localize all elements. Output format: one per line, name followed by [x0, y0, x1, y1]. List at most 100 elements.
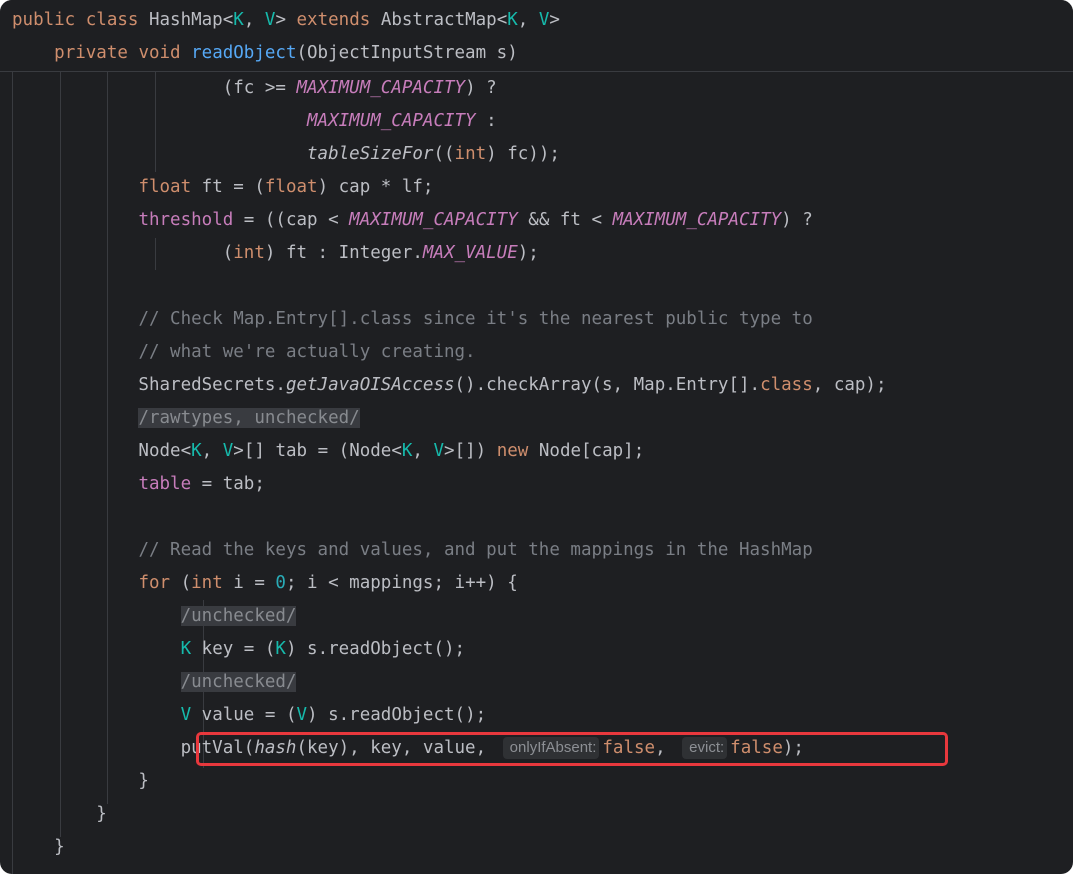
- code-token: ; i < mappings; i++) {: [285, 573, 518, 593]
- keyword-token: int: [454, 144, 487, 164]
- code-token: HashMap<: [148, 10, 234, 30]
- code-token: (: [170, 573, 192, 593]
- code-token: }: [12, 771, 149, 791]
- code-token: (fc >=: [12, 78, 297, 98]
- code-token: }: [12, 837, 65, 857]
- keyword-token: private void: [54, 43, 192, 63]
- code-token: = tab;: [191, 474, 265, 494]
- code-line: float ft = (float) cap * lf;: [12, 171, 433, 204]
- code-line: for (int i = 0; i < mappings; i++) {: [12, 567, 518, 600]
- code-token: , cap);: [812, 375, 887, 395]
- code-token: && ft <: [517, 210, 613, 230]
- code-token: ) cap * lf;: [317, 177, 434, 197]
- code-token: ) fc));: [486, 144, 560, 164]
- code-token: K: [191, 441, 202, 461]
- code-token: ,: [201, 441, 223, 461]
- code-token: key = (: [191, 639, 276, 659]
- code-token: }: [12, 804, 107, 824]
- code-token: V: [433, 441, 445, 461]
- code-line: tableSizeFor((int) fc));: [12, 138, 560, 171]
- code-token: );: [517, 243, 539, 263]
- code-line: K key = (K) s.readObject();: [12, 633, 466, 666]
- code-token: ) s.readObject();: [285, 639, 466, 659]
- code-editor[interactable]: public class HashMap<K, V> extends Abstr…: [0, 0, 1073, 874]
- code-token: getJavaOISAccess: [285, 375, 455, 395]
- code-token: Node<: [12, 441, 192, 461]
- code-token: V: [180, 705, 192, 725]
- code-token: readObject: [191, 43, 297, 63]
- code-token: SharedSecrets.: [12, 375, 286, 395]
- suppression-annotation: /rawtypes, unchecked/: [138, 408, 360, 428]
- code-token: MAX_VALUE: [422, 243, 518, 263]
- code-token: ) ?: [781, 210, 813, 230]
- code-token: K: [180, 639, 192, 659]
- code-token: ((: [433, 144, 455, 164]
- code-token: K: [275, 639, 286, 659]
- code-comment: // Read the keys and values, and put the…: [138, 540, 813, 560]
- sticky-code-line: public class HashMap<K, V> extends Abstr…: [12, 4, 560, 37]
- keyword-token: new: [496, 441, 529, 461]
- code-token: ().checkArray(s, Map.Entry[].: [454, 375, 761, 395]
- sticky-scope-header[interactable]: public class HashMap<K, V> extends Abstr…: [0, 0, 1073, 72]
- code-token: = ((cap <: [233, 210, 350, 230]
- code-token: i =: [222, 573, 276, 593]
- code-token: V: [296, 705, 308, 725]
- code-token: MAXIMUM_CAPACITY: [612, 210, 782, 230]
- code-token: (ObjectInputStream s): [296, 43, 518, 63]
- code-token: K: [233, 10, 244, 30]
- code-token: ) s.readObject();: [307, 705, 487, 725]
- code-line: // Check Map.Entry[].class since it's th…: [12, 303, 813, 336]
- suppression-annotation: /unchecked/: [180, 606, 297, 626]
- code-token: MAXIMUM_CAPACITY: [296, 78, 466, 98]
- code-token: >: [275, 10, 297, 30]
- keyword-token: for: [138, 573, 171, 593]
- keyword-token: float: [138, 177, 192, 197]
- code-token: ) ft : Integer.: [264, 243, 423, 263]
- code-line: // what we're actually creating.: [12, 336, 476, 369]
- code-line: /rawtypes, unchecked/: [12, 402, 360, 435]
- code-token: ) ?: [465, 78, 497, 98]
- code-token: >: [549, 10, 560, 30]
- sticky-code-line: private void readObject(ObjectInputStrea…: [12, 37, 518, 70]
- code-line: /unchecked/: [12, 600, 297, 633]
- code-token: ,: [517, 10, 539, 30]
- code-line: }: [12, 831, 65, 864]
- code-line: }: [12, 765, 149, 798]
- keyword-token: int: [233, 243, 265, 263]
- keyword-token: public class: [12, 10, 149, 30]
- code-token: (: [12, 243, 234, 263]
- code-token: 0: [275, 573, 286, 593]
- code-line: MAXIMUM_CAPACITY :: [12, 105, 497, 138]
- code-comment: // Check Map.Entry[].class since it's th…: [138, 309, 813, 329]
- keyword-token: class: [760, 375, 813, 395]
- code-line: Node<K, V>[] tab = (Node<K, V>[]) new No…: [12, 435, 644, 468]
- code-line: (fc >= MAXIMUM_CAPACITY) ?: [12, 72, 497, 105]
- code-line: table = tab;: [12, 468, 265, 501]
- code-line: (int) ft : Integer.MAX_VALUE);: [12, 237, 539, 270]
- code-token: ,: [243, 10, 265, 30]
- code-line: threshold = ((cap < MAXIMUM_CAPACITY && …: [12, 204, 813, 237]
- code-line: // Read the keys and values, and put the…: [12, 534, 813, 567]
- code-token: K: [401, 441, 413, 461]
- code-token: table: [138, 474, 192, 494]
- code-token: >[] tab = (Node<: [233, 441, 402, 461]
- code-comment: // what we're actually creating.: [138, 342, 476, 362]
- code-token: V: [264, 10, 276, 30]
- code-token: Node[cap];: [528, 441, 645, 461]
- code-token: MAXIMUM_CAPACITY: [307, 111, 476, 131]
- keyword-token: int: [191, 573, 223, 593]
- keyword-token: extends: [296, 10, 371, 30]
- code-line: V value = (V) s.readObject();: [12, 699, 487, 732]
